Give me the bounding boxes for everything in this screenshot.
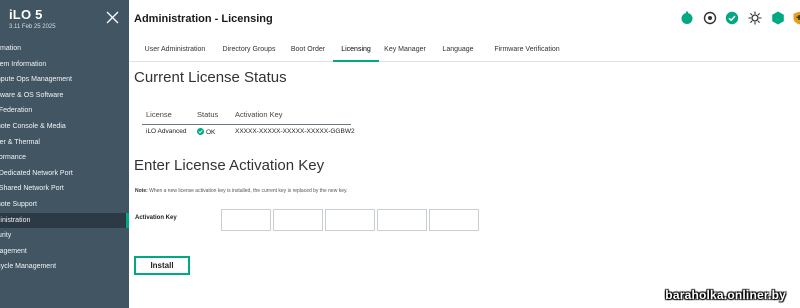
ok-status-icon <box>197 128 204 135</box>
sidebar-item-label: iLO Dedicated Network Port <box>0 169 73 177</box>
sidebar-item-label: Lifecycle Management <box>0 263 57 271</box>
sidebar-item-label: System Information <box>0 60 47 68</box>
activation-key-field-4[interactable] <box>377 209 427 231</box>
close-icon[interactable] <box>106 11 119 24</box>
sidebar-item-label: Administration <box>0 216 31 224</box>
brand-subtitle: 3.11 Feb 25 2025 <box>9 24 56 30</box>
tab-licensing[interactable]: Licensing <box>333 42 379 62</box>
hexagon-status-icon[interactable] <box>771 11 785 25</box>
sidebar-nav: Information System Information Compute Ops… <box>0 41 129 275</box>
status-cell: OK <box>197 128 215 136</box>
sidebar-item-performance[interactable]: Performance <box>0 150 129 166</box>
sidebar-item-label: Remote Support <box>0 200 37 208</box>
status-icons <box>680 11 800 27</box>
sidebar-item-compute-ops-management[interactable]: Compute Ops Management <box>0 72 129 88</box>
activation-key-field-5[interactable] <box>429 209 479 231</box>
sidebar-item-power-thermal[interactable]: Power & Thermal <box>0 135 129 151</box>
activation-key-field-2[interactable] <box>273 209 323 231</box>
sidebar-item-remote-support[interactable]: Remote Support <box>0 197 129 213</box>
license-cell: iLO Advanced <box>146 128 187 135</box>
sidebar-item-label: iLO Shared Network Port <box>0 185 64 193</box>
sidebar-item-label: Compute Ops Management <box>0 76 72 84</box>
sidebar-item-security[interactable]: Security <box>0 228 129 244</box>
activation-heading: Enter License Activation Key <box>134 157 325 174</box>
column-activation-key: Activation Key <box>235 110 283 119</box>
health-icon[interactable] <box>680 11 694 25</box>
activation-key-label: Activation Key <box>135 215 177 221</box>
sidebar-item-administration[interactable]: Administration <box>0 212 129 229</box>
activation-key-field-3[interactable] <box>325 209 375 231</box>
tab-boot-order[interactable]: Boot Order <box>285 42 331 62</box>
main-content: Current License Status License Status Ac… <box>129 63 800 308</box>
ok-check-icon[interactable] <box>725 11 739 25</box>
watermark-text: baraholka.onliner.by <box>665 288 786 302</box>
note: Note: When a new license activation key … <box>135 188 348 194</box>
column-status: Status <box>197 110 219 119</box>
ilo-window: iLO 5 3.11 Feb 25 2025 Information System… <box>0 0 800 308</box>
sidebar-item-label: iLO Federation <box>0 107 33 115</box>
header: Administration - Licensing User Administ… <box>129 0 800 62</box>
sidebar-item-information[interactable]: Information <box>0 41 129 57</box>
tab-firmware-verification[interactable]: Firmware Verification <box>488 42 566 62</box>
uid-light-icon[interactable] <box>748 11 762 25</box>
sidebar-item-lifecycle-management[interactable]: Lifecycle Management <box>0 259 129 275</box>
key-cell: XXXXX-XXXXX-XXXXX-XXXXX-GGBW2 <box>235 128 355 135</box>
page-title: Administration - Licensing <box>134 13 273 25</box>
sidebar-item-remote-console-media[interactable]: Remote Console & Media <box>0 119 129 135</box>
note-label: Note: <box>135 188 148 194</box>
column-license: License <box>146 110 172 119</box>
sidebar-item-label: Information <box>0 45 22 52</box>
sidebar-item-firmware-os-software[interactable]: Firmware & OS Software <box>0 88 129 104</box>
sidebar-item-label: Performance <box>0 154 27 162</box>
sidebar-item-label: Firmware & OS Software <box>0 91 64 99</box>
note-text: When a new license activation key is ins… <box>149 188 348 194</box>
sidebar-item-ilo-shared-network-port[interactable]: iLO Shared Network Port <box>0 181 129 197</box>
sidebar: iLO 5 3.11 Feb 25 2025 Information System… <box>0 0 129 308</box>
sidebar-item-label: Power & Thermal <box>0 138 40 146</box>
tab-user-administration[interactable]: User Administration <box>133 42 217 62</box>
activation-key-field-1[interactable] <box>221 209 271 231</box>
sidebar-item-label: Management <box>0 247 27 255</box>
sidebar-item-ilo-dedicated-network-port[interactable]: iLO Dedicated Network Port <box>0 166 129 182</box>
security-shield-icon[interactable] <box>792 11 800 25</box>
sidebar-item-ilo-federation[interactable]: iLO Federation <box>0 103 129 119</box>
power-icon[interactable] <box>703 11 717 25</box>
tab-key-manager[interactable]: Key Manager <box>379 42 431 62</box>
status-text: OK <box>206 129 216 136</box>
license-status-heading: Current License Status <box>134 69 287 86</box>
sidebar-item-label: Remote Console & Media <box>0 122 66 130</box>
brand: iLO 5 3.11 Feb 25 2025 <box>9 7 56 30</box>
table-header-divider <box>142 124 351 125</box>
brand-title: iLO 5 <box>9 7 43 22</box>
tab-language[interactable]: Language <box>438 42 478 62</box>
sidebar-item-management[interactable]: Management <box>0 244 129 260</box>
sidebar-item-label: Security <box>0 232 12 240</box>
sidebar-item-system-information[interactable]: System Information <box>0 57 129 73</box>
tab-directory-groups[interactable]: Directory Groups <box>213 42 285 62</box>
install-button[interactable]: Install <box>134 256 190 275</box>
